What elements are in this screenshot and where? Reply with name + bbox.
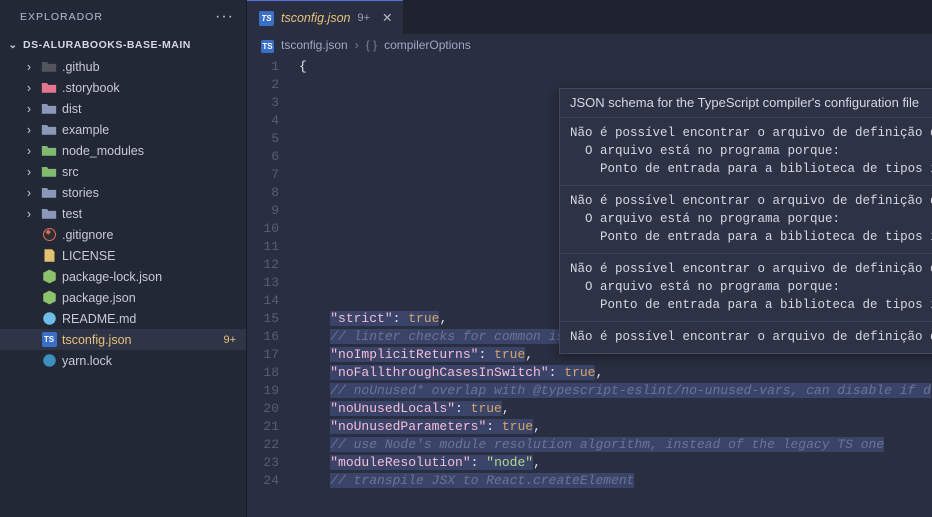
problems-badge: 9+ (223, 334, 236, 346)
folder-label: .storybook (62, 81, 120, 95)
folder-test[interactable]: › test (0, 203, 246, 224)
folder-label: stories (62, 186, 99, 200)
hover-error-1: Não é possível encontrar o arquivo de de… (560, 118, 932, 186)
file-tsconfig[interactable]: TS tsconfig.json 9+ (0, 329, 246, 350)
folder-storybook[interactable]: › .storybook (0, 77, 246, 98)
file-label: yarn.lock (62, 354, 112, 368)
folder-icon (41, 122, 57, 138)
hover-error-4: Não é possível encontrar o arquivo de de… (560, 322, 932, 353)
file-label: tsconfig.json (62, 333, 131, 347)
breadcrumb[interactable]: TS tsconfig.json › { } compilerOptions (247, 34, 932, 56)
file-label: LICENSE (62, 249, 116, 263)
chevron-right-icon: › (22, 81, 36, 95)
folder-stories[interactable]: › stories (0, 182, 246, 203)
folder-icon (41, 206, 57, 222)
line-numbers: 1234 5678 9101112 13141516 17181920 2122… (247, 56, 295, 517)
file-package-json[interactable]: package.json (0, 287, 246, 308)
explorer-sidebar: EXPLORADOR ··· ⌄ DS-ALURABOOKS-BASE-MAIN… (0, 0, 247, 517)
editor-area: TS tsconfig.json 9+ ✕ TS tsconfig.json ›… (247, 0, 932, 517)
folder-icon (41, 185, 57, 201)
folder-dist[interactable]: › dist (0, 98, 246, 119)
file-yarn-lock[interactable]: yarn.lock (0, 350, 246, 371)
root-folder-label: DS-ALURABOOKS-BASE-MAIN (23, 39, 191, 51)
hover-schema: JSON schema for the TypeScript compiler'… (560, 89, 932, 118)
license-icon (41, 248, 57, 264)
ts-icon: TS (261, 38, 274, 53)
file-license[interactable]: LICENSE (0, 245, 246, 266)
npm-icon (41, 269, 57, 285)
chevron-right-icon: › (22, 102, 36, 116)
folder-icon (41, 101, 57, 117)
explorer-title: EXPLORADOR (20, 11, 103, 23)
ts-icon: TS (41, 332, 57, 348)
close-icon[interactable]: ✕ (377, 10, 392, 25)
chevron-right-icon: › (22, 207, 36, 221)
tab-label: tsconfig.json (281, 11, 350, 25)
chevron-right-icon: › (22, 144, 36, 158)
yarn-icon (41, 353, 57, 369)
git-icon (41, 227, 57, 243)
file-tree: › .github › .storybook › dist › example … (0, 56, 246, 517)
folder-label: src (62, 165, 79, 179)
npm-icon (41, 290, 57, 306)
file-label: package.json (62, 291, 136, 305)
tab-problem-count: 9+ (357, 12, 370, 24)
tab-tsconfig[interactable]: TS tsconfig.json 9+ ✕ (247, 0, 403, 34)
folder-label: example (62, 123, 109, 137)
hover-error-3: Não é possível encontrar o arquivo de de… (560, 254, 932, 322)
chevron-right-icon: › (22, 165, 36, 179)
chevron-down-icon: ⌄ (6, 39, 20, 51)
folder-label: test (62, 207, 82, 221)
hover-tooltip: JSON schema for the TypeScript compiler'… (559, 88, 932, 354)
chevron-right-icon: › (22, 60, 36, 74)
folder-green-icon (41, 143, 57, 159)
info-icon (41, 311, 57, 327)
file-package-lock[interactable]: package-lock.json (0, 266, 246, 287)
braces-icon: { } (366, 38, 377, 52)
chevron-right-icon: › (355, 38, 359, 52)
folder-green-icon (41, 164, 57, 180)
folder-example[interactable]: › example (0, 119, 246, 140)
file-readme[interactable]: README.md (0, 308, 246, 329)
folder-node-modules[interactable]: › node_modules (0, 140, 246, 161)
chevron-right-icon: › (22, 186, 36, 200)
folder-src[interactable]: › src (0, 161, 246, 182)
explorer-more-icon[interactable]: ··· (215, 8, 234, 26)
explorer-header: EXPLORADOR ··· (0, 0, 246, 34)
folder-label: node_modules (62, 144, 144, 158)
breadcrumb-symbol: compilerOptions (384, 38, 471, 52)
ts-icon: TS (259, 10, 274, 26)
breadcrumb-file: tsconfig.json (281, 38, 348, 52)
file-gitignore[interactable]: .gitignore (0, 224, 246, 245)
file-label: README.md (62, 312, 136, 326)
file-label: .gitignore (62, 228, 113, 242)
folder-git-icon (41, 59, 57, 75)
folder-pink-icon (41, 80, 57, 96)
folder-label: .github (62, 60, 100, 74)
folder-label: dist (62, 102, 81, 116)
folder-github[interactable]: › .github (0, 56, 246, 77)
explorer-root-folder[interactable]: ⌄ DS-ALURABOOKS-BASE-MAIN (0, 34, 246, 56)
file-label: package-lock.json (62, 270, 162, 284)
tab-bar: TS tsconfig.json 9+ ✕ (247, 0, 932, 34)
hover-error-2: Não é possível encontrar o arquivo de de… (560, 186, 932, 254)
chevron-right-icon: › (22, 123, 36, 137)
